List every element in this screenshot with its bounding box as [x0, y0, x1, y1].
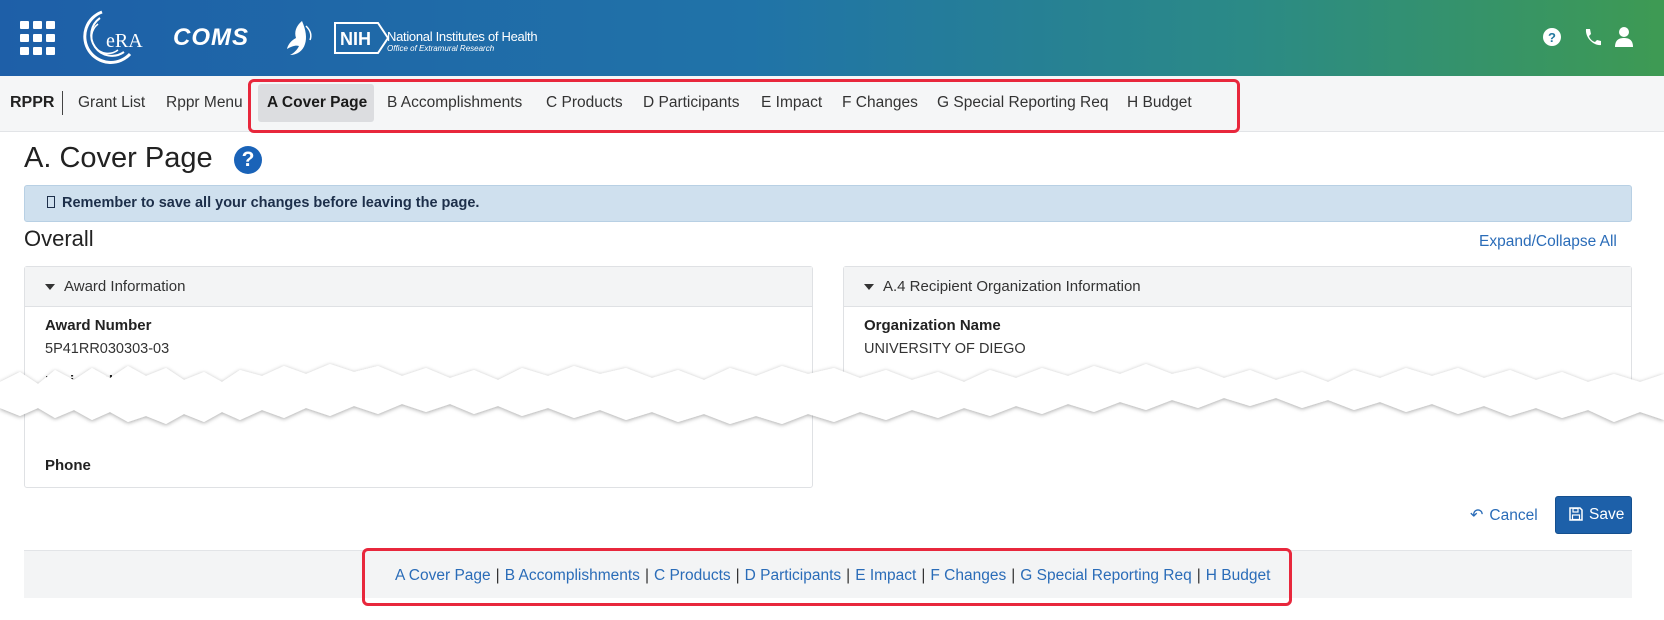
page-help-icon[interactable]: ?	[234, 146, 262, 174]
footer-separator: |	[644, 567, 649, 584]
expand-collapse-all-link[interactable]: Expand/Collapse All	[1479, 233, 1617, 251]
footer-separator: |	[846, 567, 851, 584]
nav-item-rppr-menu[interactable]: Rppr Menu	[166, 94, 243, 112]
recipient-organization-title: A.4 Recipient Organization Information	[883, 278, 1141, 295]
nav-item-grant-list[interactable]: Grant List	[78, 94, 145, 112]
nav-item-c-products[interactable]: C Products	[546, 94, 623, 112]
organization-name-label: Organization Name	[864, 317, 1001, 334]
footer-link-b-accomplishments[interactable]: B Accomplishments	[505, 567, 640, 584]
save-label: Save	[1589, 506, 1625, 523]
app-grid-icon[interactable]	[20, 21, 56, 55]
footer-link-e-impact[interactable]: E Impact	[855, 567, 916, 584]
phone-icon[interactable]	[1582, 26, 1602, 48]
award-number-value: 5P41RR030303-03	[45, 341, 170, 357]
nav-item-a-cover-page[interactable]: A Cover Page	[267, 94, 367, 112]
footer-separator: |	[495, 567, 500, 584]
nav-brand[interactable]: RPPR	[10, 94, 54, 112]
nih-abbrev: NIH	[340, 29, 371, 49]
alert-text: Remember to save all your changes before…	[62, 195, 480, 211]
nav-item-b-accomplishments[interactable]: B Accomplishments	[387, 94, 522, 112]
footer-separator: |	[1196, 567, 1201, 584]
page-title: A. Cover Page	[24, 142, 213, 174]
footer-link-h-budget[interactable]: H Budget	[1206, 567, 1271, 584]
nav-divider	[62, 91, 63, 115]
award-information-title: Award Information	[64, 278, 186, 295]
caret-down-icon	[45, 284, 55, 290]
nav-item-d-participants[interactable]: D Participants	[643, 94, 739, 112]
help-icon[interactable]: ?	[1542, 26, 1562, 48]
alert-glyph-icon	[47, 196, 55, 208]
main-navigation: RPPR Grant List Rppr Menu A Cover Page B…	[0, 76, 1664, 132]
nav-item-e-impact[interactable]: E Impact	[761, 94, 822, 112]
floppy-disk-icon	[1569, 507, 1583, 521]
cancel-label: Cancel	[1489, 507, 1538, 524]
nih-name: National Institutes of Health	[387, 29, 538, 44]
footer-separator: |	[735, 567, 740, 584]
organization-name-value: UNIVERSITY OF DIEGO	[864, 341, 1026, 357]
save-button[interactable]: Save	[1555, 496, 1632, 534]
award-number-label: Award Number	[45, 317, 152, 334]
footer-link-g-special-reporting-req[interactable]: G Special Reporting Req	[1020, 567, 1191, 584]
nav-item-g-special-reporting-req[interactable]: G Special Reporting Req	[937, 94, 1108, 112]
user-icon[interactable]	[1614, 26, 1634, 48]
undo-arrow-icon: ↶	[1470, 507, 1484, 524]
footer-navigation-links: A Cover Page | B Accomplishments | C Product…	[395, 567, 1270, 585]
phone-label: Phone	[45, 457, 91, 474]
cancel-button[interactable]: ↶ Cancel	[1470, 505, 1538, 525]
nav-item-f-changes[interactable]: F Changes	[842, 94, 918, 112]
footer-link-d-participants[interactable]: D Participants	[745, 567, 841, 584]
nih-subtitle: Office of Extramural Research	[387, 44, 495, 53]
app-name[interactable]: COMS	[173, 24, 249, 52]
footer-link-f-changes[interactable]: F Changes	[930, 567, 1006, 584]
nav-item-h-budget[interactable]: H Budget	[1127, 94, 1192, 112]
caret-down-icon	[864, 284, 874, 290]
nih-logo[interactable]: NIH	[334, 22, 390, 54]
section-title: Overall	[24, 226, 94, 251]
footer-link-a-cover-page[interactable]: A Cover Page	[395, 567, 491, 584]
footer-separator: |	[921, 567, 926, 584]
footer-separator: |	[1011, 567, 1016, 584]
recipient-organization-header[interactable]: A.4 Recipient Organization Information	[844, 267, 1631, 307]
era-logo[interactable]: eRA	[72, 8, 143, 68]
era-logo-text: eRA	[106, 30, 143, 52]
svg-text:?: ?	[1548, 30, 1556, 45]
torn-edge-break	[0, 364, 1664, 424]
award-information-header[interactable]: Award Information	[25, 267, 812, 307]
save-reminder-alert: Remember to save all your changes before…	[24, 185, 1632, 222]
top-header-bar: eRA COMS NIH National Institutes of Heal…	[0, 0, 1664, 76]
footer-link-c-products[interactable]: C Products	[654, 567, 731, 584]
hhs-eagle-icon	[282, 18, 316, 58]
